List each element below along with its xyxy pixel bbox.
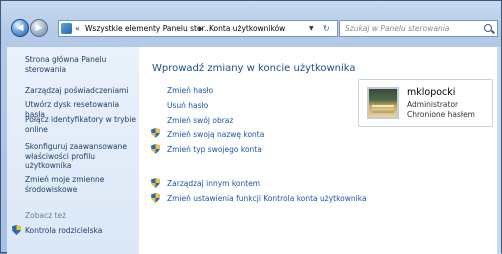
- user-account-card: mklopocki Administrator Chronione hasłem: [358, 79, 493, 127]
- change-account-name-link[interactable]: Zmień swoją nazwę konta: [167, 130, 264, 139]
- sidebar-item-profile-properties[interactable]: Skonfiguruj zaawansowane właściwości pro…: [25, 142, 137, 171]
- control-panel-icon: [61, 23, 72, 34]
- address-bar[interactable]: « Wszystkie elementy Panelu ster... ▸ Ko…: [58, 20, 338, 37]
- user-name: mklopocki: [407, 87, 456, 98]
- main-content: Wprowadź zmiany w koncie użytkownika Zmi…: [139, 47, 497, 254]
- change-account-type-link[interactable]: Zmień typ swojego konta: [167, 145, 262, 154]
- uac-shield-icon: [151, 144, 160, 154]
- avatar: [367, 87, 399, 119]
- manage-other-account-link[interactable]: Zarządzaj innym kontem: [167, 179, 260, 188]
- forward-button[interactable]: ▶: [30, 19, 48, 37]
- uac-shield-icon: [151, 193, 160, 203]
- navigation-bar: ◀ ▶ « Wszystkie elementy Panelu ster... …: [1, 13, 501, 47]
- address-dropdown-icon[interactable]: ▼: [309, 25, 314, 32]
- change-password-link[interactable]: Zmień hasło: [167, 86, 213, 95]
- sidebar-item-home[interactable]: Strona główna Panelu sterowania: [25, 55, 137, 74]
- breadcrumb-all-items[interactable]: Wszystkie elementy Panelu ster...: [85, 24, 211, 33]
- search-placeholder: Szukaj w Panelu sterowania: [345, 24, 450, 33]
- user-role: Administrator: [407, 100, 459, 109]
- search-icon[interactable]: [484, 24, 492, 32]
- sidebar-item-credentials[interactable]: Zarządzaj poświadczeniami: [25, 86, 137, 96]
- uac-settings-link[interactable]: Zmień ustawienia funkcji Kontrola konta …: [167, 194, 367, 203]
- window-border: [497, 47, 501, 254]
- breadcrumb-user-accounts[interactable]: Konta użytkowników: [209, 24, 285, 33]
- back-button[interactable]: ◀: [11, 19, 29, 37]
- sidebar: Strona główna Panelu sterowania Zarządza…: [7, 47, 139, 254]
- refresh-icon[interactable]: ↻: [323, 24, 330, 33]
- user-password-status: Chronione hasłem: [407, 110, 475, 119]
- recent-pages-chevron[interactable]: «: [75, 24, 80, 33]
- control-panel-window: ◀ ▶ « Wszystkie elementy Panelu ster... …: [0, 0, 502, 254]
- change-picture-link[interactable]: Zmień swój obraz: [167, 116, 233, 125]
- page-title: Wprowadź zmiany w koncie użytkownika: [152, 63, 356, 74]
- uac-shield-icon: [151, 178, 160, 188]
- sidebar-item-online-ids[interactable]: Połącz identyfikatory w trybie online: [25, 115, 137, 134]
- uac-shield-icon: [151, 128, 160, 138]
- see-also-heading: Zobacz też: [25, 211, 67, 220]
- remove-password-link[interactable]: Usuń hasło: [167, 101, 208, 110]
- sidebar-item-parental-controls[interactable]: Kontrola rodzicielska: [25, 226, 102, 235]
- breadcrumb-separator-icon[interactable]: ▸: [199, 24, 203, 33]
- search-input[interactable]: Szukaj w Panelu sterowania: [339, 20, 498, 37]
- shield-icon: [12, 225, 21, 235]
- sidebar-item-env-variables[interactable]: Zmień moje zmienne środowiskowe: [25, 175, 137, 194]
